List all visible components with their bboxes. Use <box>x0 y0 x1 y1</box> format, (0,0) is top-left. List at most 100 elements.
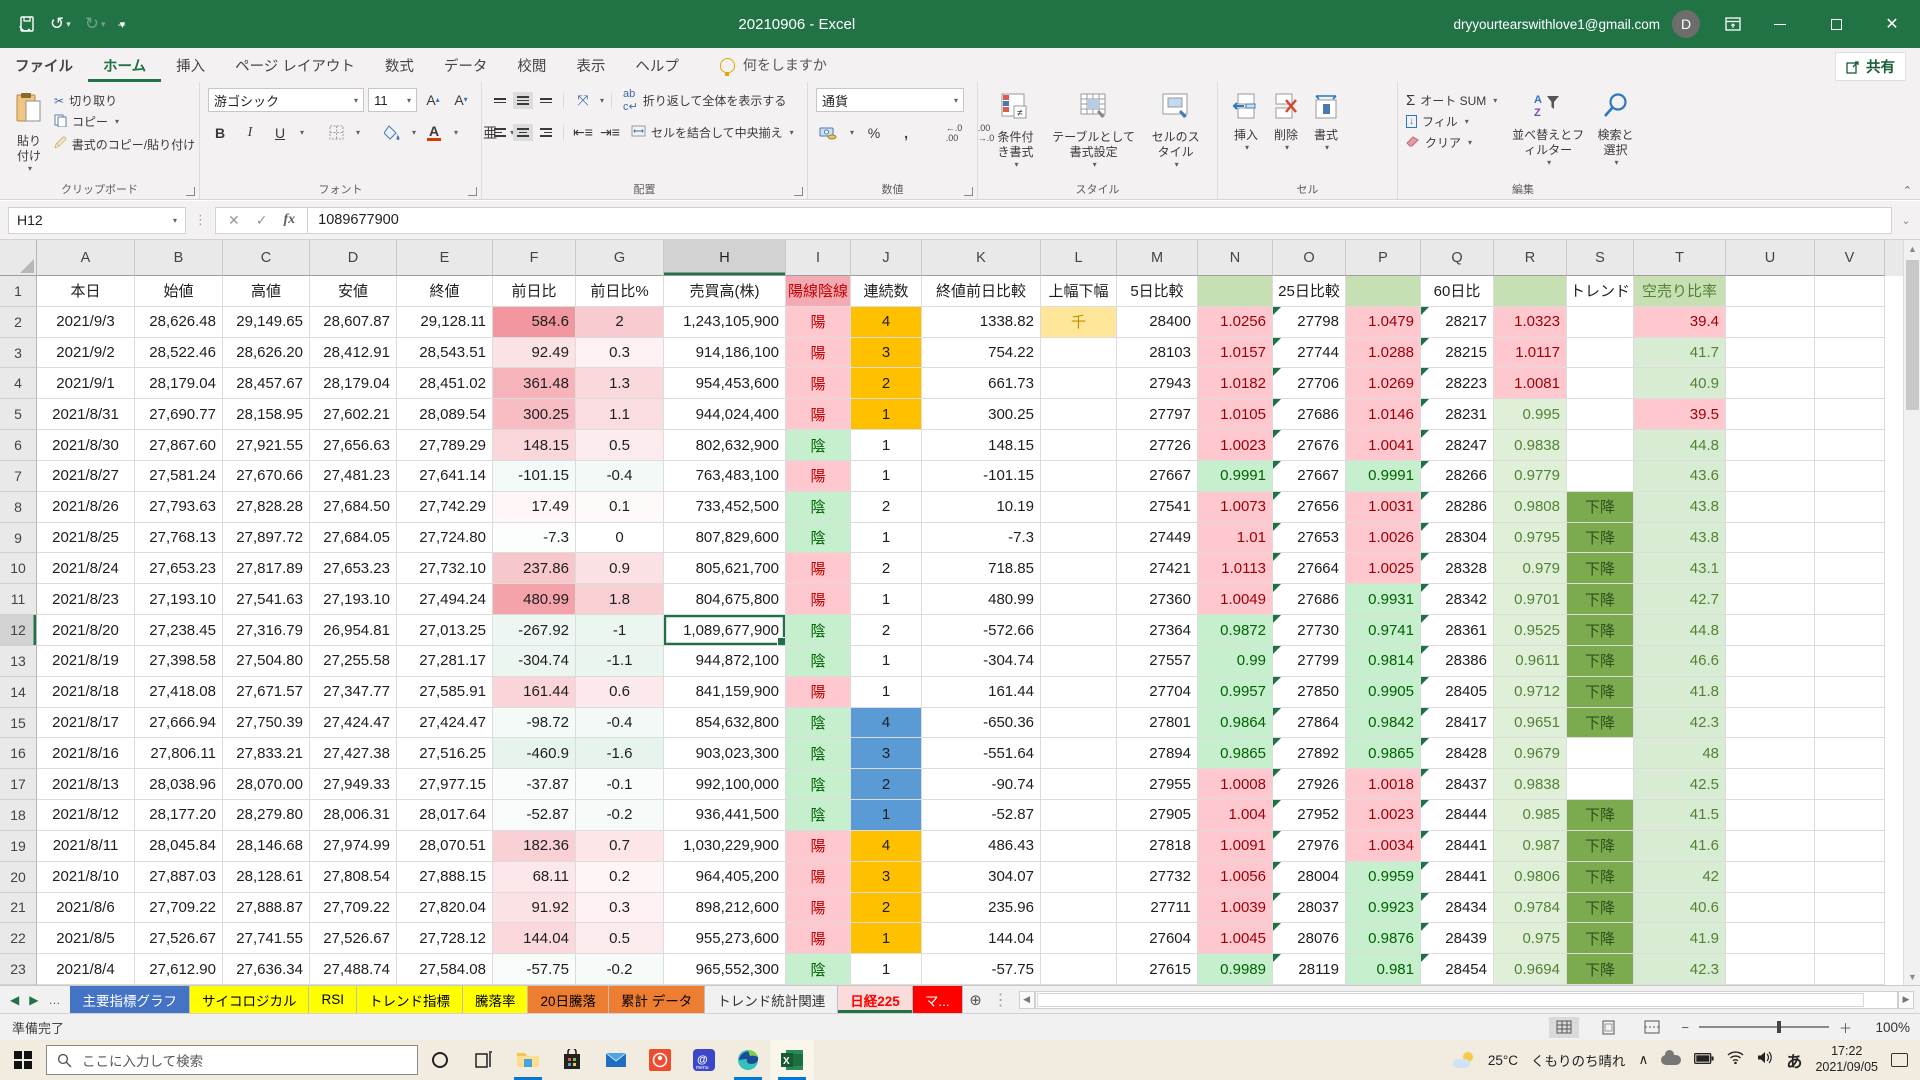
collapse-ribbon-icon[interactable]: ⌃ <box>1903 184 1912 197</box>
cell[interactable]: 27,789.29 <box>397 430 493 461</box>
cell[interactable] <box>1346 276 1421 307</box>
cell[interactable] <box>1726 492 1815 523</box>
cell[interactable]: 27955 <box>1117 769 1198 800</box>
cell[interactable]: 41.7 <box>1634 338 1726 369</box>
cell[interactable]: -304.74 <box>493 646 576 677</box>
sheet-tab-RSI[interactable]: RSI <box>309 986 357 1013</box>
cell[interactable]: 28,607.87 <box>310 307 397 338</box>
cell[interactable]: -551.64 <box>922 738 1041 769</box>
atmenu-app-icon[interactable]: @menu <box>682 1040 726 1080</box>
cell[interactable]: 0.9611 <box>1494 646 1567 677</box>
cell[interactable]: 2021/8/31 <box>37 399 135 430</box>
cell[interactable] <box>1041 492 1117 523</box>
cell[interactable]: -101.15 <box>922 461 1041 492</box>
cell[interactable]: 28444 <box>1421 800 1494 831</box>
cell[interactable]: 陽 <box>786 553 851 584</box>
cell[interactable]: 2 <box>851 615 922 646</box>
cell[interactable]: 29,149.65 <box>223 307 310 338</box>
cell[interactable]: 28,412.91 <box>310 338 397 369</box>
cell[interactable]: 763,483,100 <box>664 461 786 492</box>
cell[interactable] <box>1494 276 1567 307</box>
cell[interactable]: 804,675,800 <box>664 584 786 615</box>
cell[interactable]: 28,179.04 <box>310 368 397 399</box>
cell[interactable]: 27,690.77 <box>135 399 223 430</box>
format-painter-button[interactable]: 🖉書式のコピー/貼り付け <box>54 134 195 155</box>
cell[interactable]: 1.0031 <box>1346 492 1421 523</box>
column-header-H[interactable]: H <box>664 240 786 276</box>
cell[interactable]: 1.0008 <box>1198 769 1273 800</box>
cell[interactable]: 898,212,600 <box>664 893 786 924</box>
cell[interactable]: 10.19 <box>922 492 1041 523</box>
column-header-P[interactable]: P <box>1346 240 1421 276</box>
cell[interactable]: 下降 <box>1567 862 1634 893</box>
align-right-icon[interactable] <box>536 124 556 141</box>
cell[interactable]: 1.0146 <box>1346 399 1421 430</box>
customize-qat-icon[interactable]: ▾̶ <box>120 18 126 31</box>
wifi-icon[interactable] <box>1727 1051 1744 1069</box>
cell[interactable]: 空売り比率 <box>1634 276 1726 307</box>
ime-indicator[interactable]: あ <box>1786 1048 1802 1072</box>
cell[interactable] <box>1567 430 1634 461</box>
cell[interactable]: 終値 <box>397 276 493 307</box>
row-header-23[interactable]: 23 <box>0 954 37 985</box>
conditional-formatting-button[interactable]: ≠ 条件付き書式▾ <box>986 88 1045 181</box>
minimize-button[interactable] <box>1752 0 1808 48</box>
cell[interactable]: 1,089,677,900 <box>664 615 786 646</box>
find-select-button[interactable]: 検索と選択▾ <box>1591 88 1640 181</box>
cell[interactable]: 27,820.04 <box>397 893 493 924</box>
cell[interactable]: -267.92 <box>493 615 576 646</box>
cell[interactable]: 下降 <box>1567 584 1634 615</box>
cell[interactable] <box>1726 368 1815 399</box>
cell[interactable]: 27604 <box>1117 923 1198 954</box>
cell[interactable]: 陰 <box>786 769 851 800</box>
cell[interactable]: 27,867.60 <box>135 430 223 461</box>
cell[interactable]: 0.7 <box>576 831 664 862</box>
cell[interactable]: 27557 <box>1117 646 1198 677</box>
tab-review[interactable]: 校閲 <box>502 48 561 82</box>
cell[interactable] <box>1041 399 1117 430</box>
cell[interactable]: 0.9525 <box>1494 615 1567 646</box>
column-header-D[interactable]: D <box>310 240 397 276</box>
tray-temperature[interactable]: 25°C <box>1488 1053 1518 1068</box>
cell[interactable]: 1.0023 <box>1346 800 1421 831</box>
cell[interactable] <box>1726 769 1815 800</box>
cell[interactable]: 161.44 <box>493 677 576 708</box>
row-header-22[interactable]: 22 <box>0 923 37 954</box>
column-header-G[interactable]: G <box>576 240 664 276</box>
cell[interactable] <box>1815 738 1885 769</box>
cell[interactable]: 28386 <box>1421 646 1494 677</box>
cell[interactable]: 27,684.50 <box>310 492 397 523</box>
zoom-slider[interactable] <box>1699 1026 1829 1028</box>
cell[interactable]: 0.9808 <box>1494 492 1567 523</box>
cell[interactable]: 40.6 <box>1634 893 1726 924</box>
cell[interactable]: 2021/8/13 <box>37 769 135 800</box>
cortana-icon[interactable] <box>418 1040 462 1080</box>
merge-center-button[interactable]: セルを結合して中央揃え▾ <box>631 124 794 141</box>
cell[interactable]: 1.0323 <box>1494 307 1567 338</box>
cell[interactable]: 40.9 <box>1634 368 1726 399</box>
cell[interactable] <box>1726 553 1815 584</box>
cell[interactable]: 27894 <box>1117 738 1198 769</box>
column-header-Q[interactable]: Q <box>1421 240 1494 276</box>
cell[interactable]: 27,897.72 <box>223 523 310 554</box>
decrease-font-icon[interactable]: A▾ <box>449 88 473 111</box>
cell[interactable]: 1 <box>851 800 922 831</box>
name-box-splitter[interactable]: ⋮ <box>194 212 207 228</box>
cell[interactable]: 1.0288 <box>1346 338 1421 369</box>
cell[interactable] <box>1726 677 1815 708</box>
start-button[interactable] <box>0 1040 46 1080</box>
cell[interactable]: 60日比 <box>1421 276 1494 307</box>
task-view-icon[interactable] <box>462 1040 506 1080</box>
cell[interactable]: 始値 <box>135 276 223 307</box>
edge-icon[interactable] <box>726 1040 770 1080</box>
cell[interactable]: 1.0269 <box>1346 368 1421 399</box>
cell[interactable]: 2 <box>851 893 922 924</box>
cell[interactable]: 1 <box>851 954 922 985</box>
cell[interactable]: 28,146.68 <box>223 831 310 862</box>
cell[interactable]: 802,632,900 <box>664 430 786 461</box>
column-header-O[interactable]: O <box>1273 240 1346 276</box>
cell[interactable]: 27,238.45 <box>135 615 223 646</box>
cell[interactable]: 2021/8/11 <box>37 831 135 862</box>
cell[interactable]: 1.0049 <box>1198 584 1273 615</box>
format-as-table-button[interactable]: テーブルとして書式設定▾ <box>1045 88 1142 181</box>
